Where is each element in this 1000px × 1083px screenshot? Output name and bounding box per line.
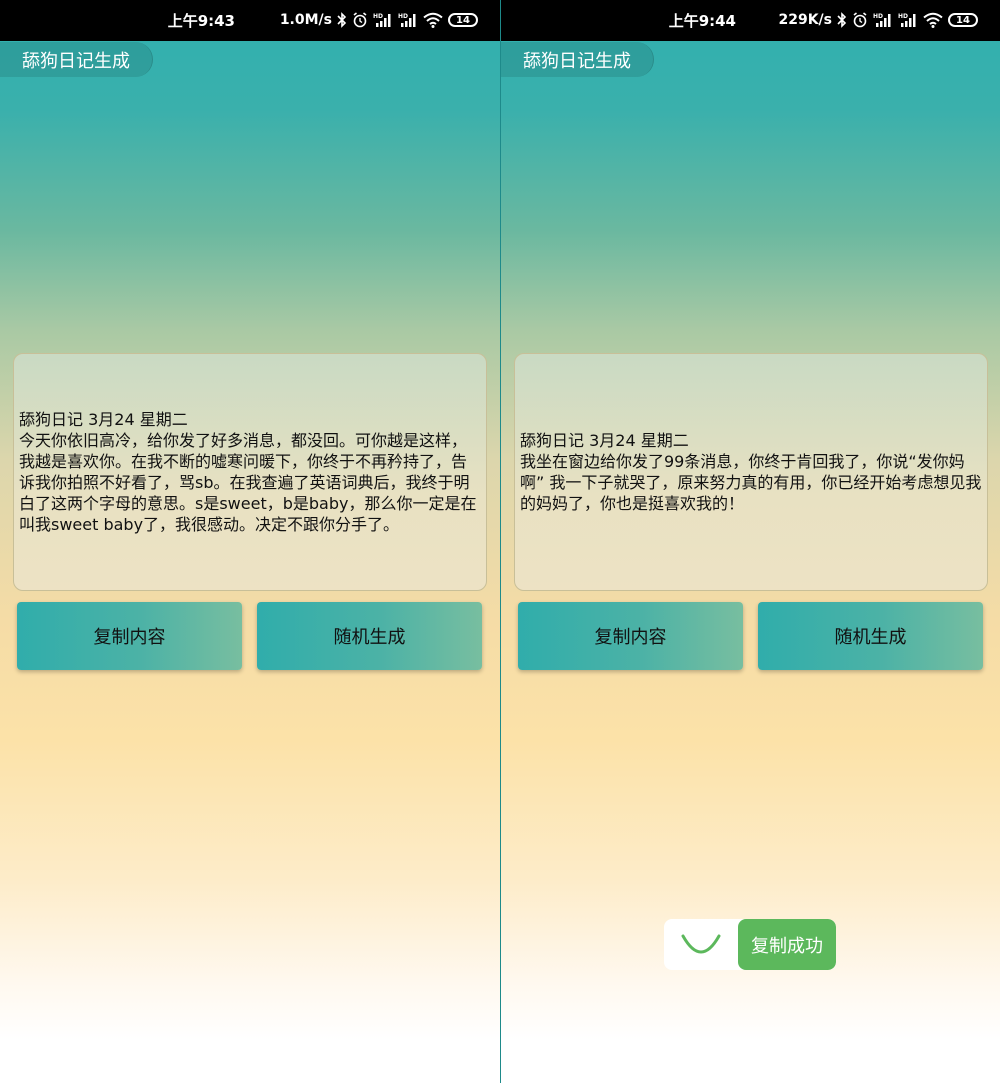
status-bar: 上午9:44 229K/s HD HD 14 — [501, 0, 1000, 41]
app-title: 舔狗日记生成 — [523, 50, 631, 72]
battery-icon: 14 — [448, 13, 478, 27]
random-generate-button[interactable]: 随机生成 — [758, 602, 983, 670]
status-indicators: 229K/s HD HD 14 — [778, 9, 978, 31]
copy-content-button[interactable]: 复制内容 — [17, 602, 242, 670]
status-bar: 上午9:43 1.0M/s HD HD 14 — [0, 0, 500, 41]
battery-level: 14 — [456, 14, 470, 26]
loading-spinner-icon — [664, 919, 738, 970]
app-title: 舔狗日记生成 — [22, 50, 130, 72]
diary-text-card: 舔狗日记 3月24 星期二 今天你依旧高冷，给你发了好多消息，都没回。可你越是这… — [13, 353, 487, 591]
hd-signal-icon: HD — [873, 12, 893, 28]
battery-icon: 14 — [948, 13, 978, 27]
wifi-icon — [423, 12, 443, 28]
app-title-bar: 舔狗日记生成 — [501, 42, 654, 77]
svg-text:HD: HD — [873, 13, 883, 20]
network-speed: 1.0M/s — [279, 12, 332, 28]
screens: 上午9:43 1.0M/s HD HD 14 舔狗日记生成 舔狗日记 3月24 … — [0, 0, 1000, 1083]
status-time: 上午9:43 — [167, 12, 235, 30]
hd-signal-icon: HD — [898, 12, 918, 28]
bluetooth-icon — [837, 12, 847, 28]
svg-text:HD: HD — [373, 13, 383, 20]
phone-screen-left: 上午9:43 1.0M/s HD HD 14 舔狗日记生成 舔狗日记 3月24 … — [0, 0, 500, 1083]
wifi-icon — [923, 12, 943, 28]
alarm-icon — [352, 12, 368, 28]
hd-signal-icon: HD — [398, 12, 418, 28]
bluetooth-icon — [337, 12, 347, 28]
diary-header: 舔狗日记 3月24 星期二 — [520, 431, 689, 450]
random-generate-button[interactable]: 随机生成 — [257, 602, 482, 670]
svg-text:HD: HD — [398, 13, 408, 20]
status-time: 上午9:44 — [668, 12, 736, 30]
hd-signal-icon: HD — [373, 12, 393, 28]
network-speed: 229K/s — [778, 12, 832, 28]
phone-screen-right: 上午9:44 229K/s HD HD 14 舔狗日记生成 舔狗日记 3月24 … — [500, 0, 1000, 1083]
toast-message: 复制成功 — [738, 919, 836, 970]
diary-header: 舔狗日记 3月24 星期二 — [19, 410, 188, 429]
alarm-icon — [852, 12, 868, 28]
diary-body: 我坐在窗边给你发了99条消息，你终于肯回我了，你说“发你妈啊” 我一下子就哭了，… — [520, 452, 982, 513]
copy-content-button[interactable]: 复制内容 — [518, 602, 743, 670]
copy-success-toast: 复制成功 — [664, 919, 836, 970]
diary-text-card: 舔狗日记 3月24 星期二 我坐在窗边给你发了99条消息，你终于肯回我了，你说“… — [514, 353, 988, 591]
diary-body: 今天你依旧高冷，给你发了好多消息，都没回。可你越是这样，我越是喜欢你。在我不断的… — [19, 431, 477, 534]
battery-level: 14 — [956, 14, 970, 26]
status-indicators: 1.0M/s HD HD 14 — [280, 9, 478, 31]
app-title-bar: 舔狗日记生成 — [0, 42, 153, 77]
svg-text:HD: HD — [898, 13, 908, 20]
